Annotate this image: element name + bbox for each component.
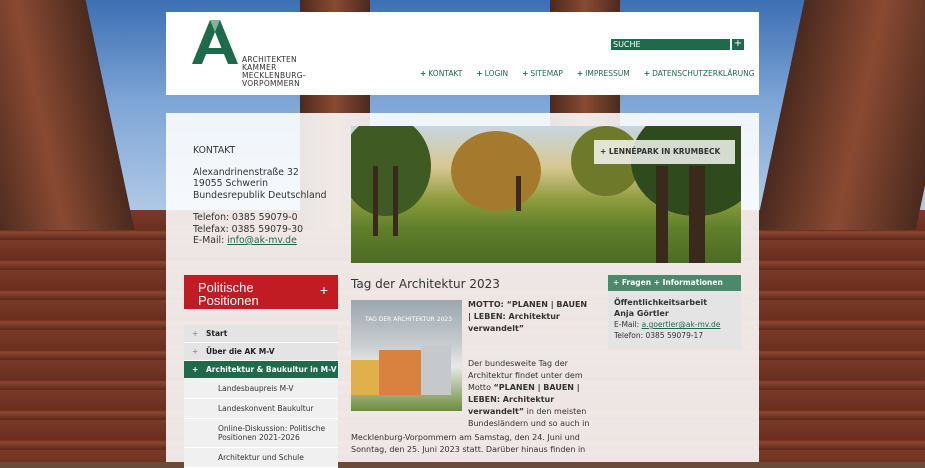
plus-icon: + bbox=[576, 69, 584, 78]
nav-kontakt[interactable]: + KONTAKT bbox=[420, 69, 462, 78]
sidebar-item-architecture[interactable]: + Architektur & Baukultur in M-V bbox=[184, 361, 338, 379]
plus-icon: + bbox=[476, 69, 483, 78]
plus-icon: + bbox=[192, 329, 199, 338]
plus-icon: + bbox=[643, 69, 651, 78]
info-phone: Telefon: 0385 59079-17 bbox=[614, 331, 704, 340]
info-email-row: E-Mail: a.goertler@ak-mv.de bbox=[614, 320, 721, 329]
header-banner-image: + LENNÉPARK IN KRUMBECK bbox=[351, 126, 741, 263]
contact-street: Alexandrinenstraße 32 bbox=[193, 166, 299, 178]
plus-icon: + bbox=[192, 365, 199, 374]
logo-icon[interactable] bbox=[192, 20, 238, 64]
sidebar-navigation: + Start + Über die AK M-V + Architektur & B… bbox=[184, 325, 338, 468]
contact-email-row: E-Mail: info@ak-mv.de bbox=[193, 235, 297, 246]
sidebar-subitem-online-diskussion[interactable]: Online-Diskussion: Politische Positionen… bbox=[184, 419, 338, 448]
article-body-1: Der bundesweite Tag der Architektur find… bbox=[468, 359, 590, 428]
info-name: Anja Görtler bbox=[614, 309, 669, 318]
political-positions-button[interactable]: Politische Positionen + bbox=[184, 275, 338, 309]
nav-login[interactable]: + LOGIN bbox=[476, 69, 508, 78]
sidebar-item-start[interactable]: + Start bbox=[184, 325, 338, 343]
search-input[interactable]: SUCHE bbox=[611, 39, 730, 50]
plus-icon: + bbox=[522, 69, 529, 78]
contact-country: Bundesrepublik Deutschland bbox=[193, 189, 327, 201]
article-body-2: Mecklenburg-Vorpommern am Samstag, den 2… bbox=[351, 433, 586, 454]
info-box-heading: + Fragen + Informationen bbox=[608, 275, 741, 291]
info-role: Öffentlichkeitsarbeit bbox=[614, 298, 708, 307]
contact-phone: Telefon: 0385 59079-0 bbox=[193, 212, 298, 223]
article-image[interactable]: TAG DER ARCHITEKTUR 2023 bbox=[351, 300, 462, 411]
sidebar-subitem-landesbaupreis[interactable]: Landesbaupreis M-V bbox=[184, 379, 338, 399]
plus-icon: + bbox=[319, 282, 328, 298]
info-email-link[interactable]: a.goertler@ak-mv.de bbox=[642, 320, 721, 329]
contact-city: 19055 Schwerin bbox=[193, 178, 269, 189]
plus-icon: + bbox=[420, 69, 427, 78]
site-header: ARCHITEKTEN KAMMER MECKLENBURG- VORPOMME… bbox=[166, 12, 759, 95]
nav-sitemap[interactable]: + SITEMAP bbox=[522, 69, 563, 78]
nav-datenschutz[interactable]: + DATENSCHUTZERKLÄRUNG bbox=[644, 69, 755, 78]
top-navigation: + KONTAKT + LOGIN + SITEMAP + IMPRESSUM + DAT… bbox=[420, 69, 755, 78]
info-box: + Fragen + Informationen Öffentlichkeits… bbox=[608, 275, 741, 349]
contact-fax: Telefax: 0385 59079-30 bbox=[193, 223, 304, 235]
sidebar-subitem-landeskonvent[interactable]: Landeskonvent Baukultur bbox=[184, 399, 338, 419]
banner-caption[interactable]: + LENNÉPARK IN KRUMBECK bbox=[594, 140, 735, 164]
article-motto: MOTTO: “PLANEN | BAUEN | LEBEN: Architek… bbox=[468, 300, 588, 333]
article-image-label: TAG DER ARCHITEKTUR 2023 bbox=[365, 316, 453, 323]
contact-block: KONTAKT Alexandrinenstraße 32 19055 Schw… bbox=[193, 145, 327, 247]
sidebar-subitem-schule[interactable]: Architektur und Schule bbox=[184, 448, 338, 468]
contact-email-link[interactable]: info@ak-mv.de bbox=[227, 235, 297, 246]
main-content: KONTAKT Alexandrinenstraße 32 19055 Schw… bbox=[166, 113, 759, 468]
contact-heading: KONTAKT bbox=[193, 145, 236, 156]
nav-impressum[interactable]: + IMPRESSUM bbox=[577, 69, 630, 78]
plus-icon: + bbox=[192, 347, 199, 356]
sidebar-item-about[interactable]: + Über die AK M-V bbox=[184, 343, 338, 361]
search-button[interactable]: + bbox=[732, 39, 744, 50]
article-title: Tag der Architektur 2023 bbox=[351, 277, 500, 291]
logo-text: ARCHITEKTEN KAMMER MECKLENBURG- VORPOMME… bbox=[242, 55, 306, 88]
